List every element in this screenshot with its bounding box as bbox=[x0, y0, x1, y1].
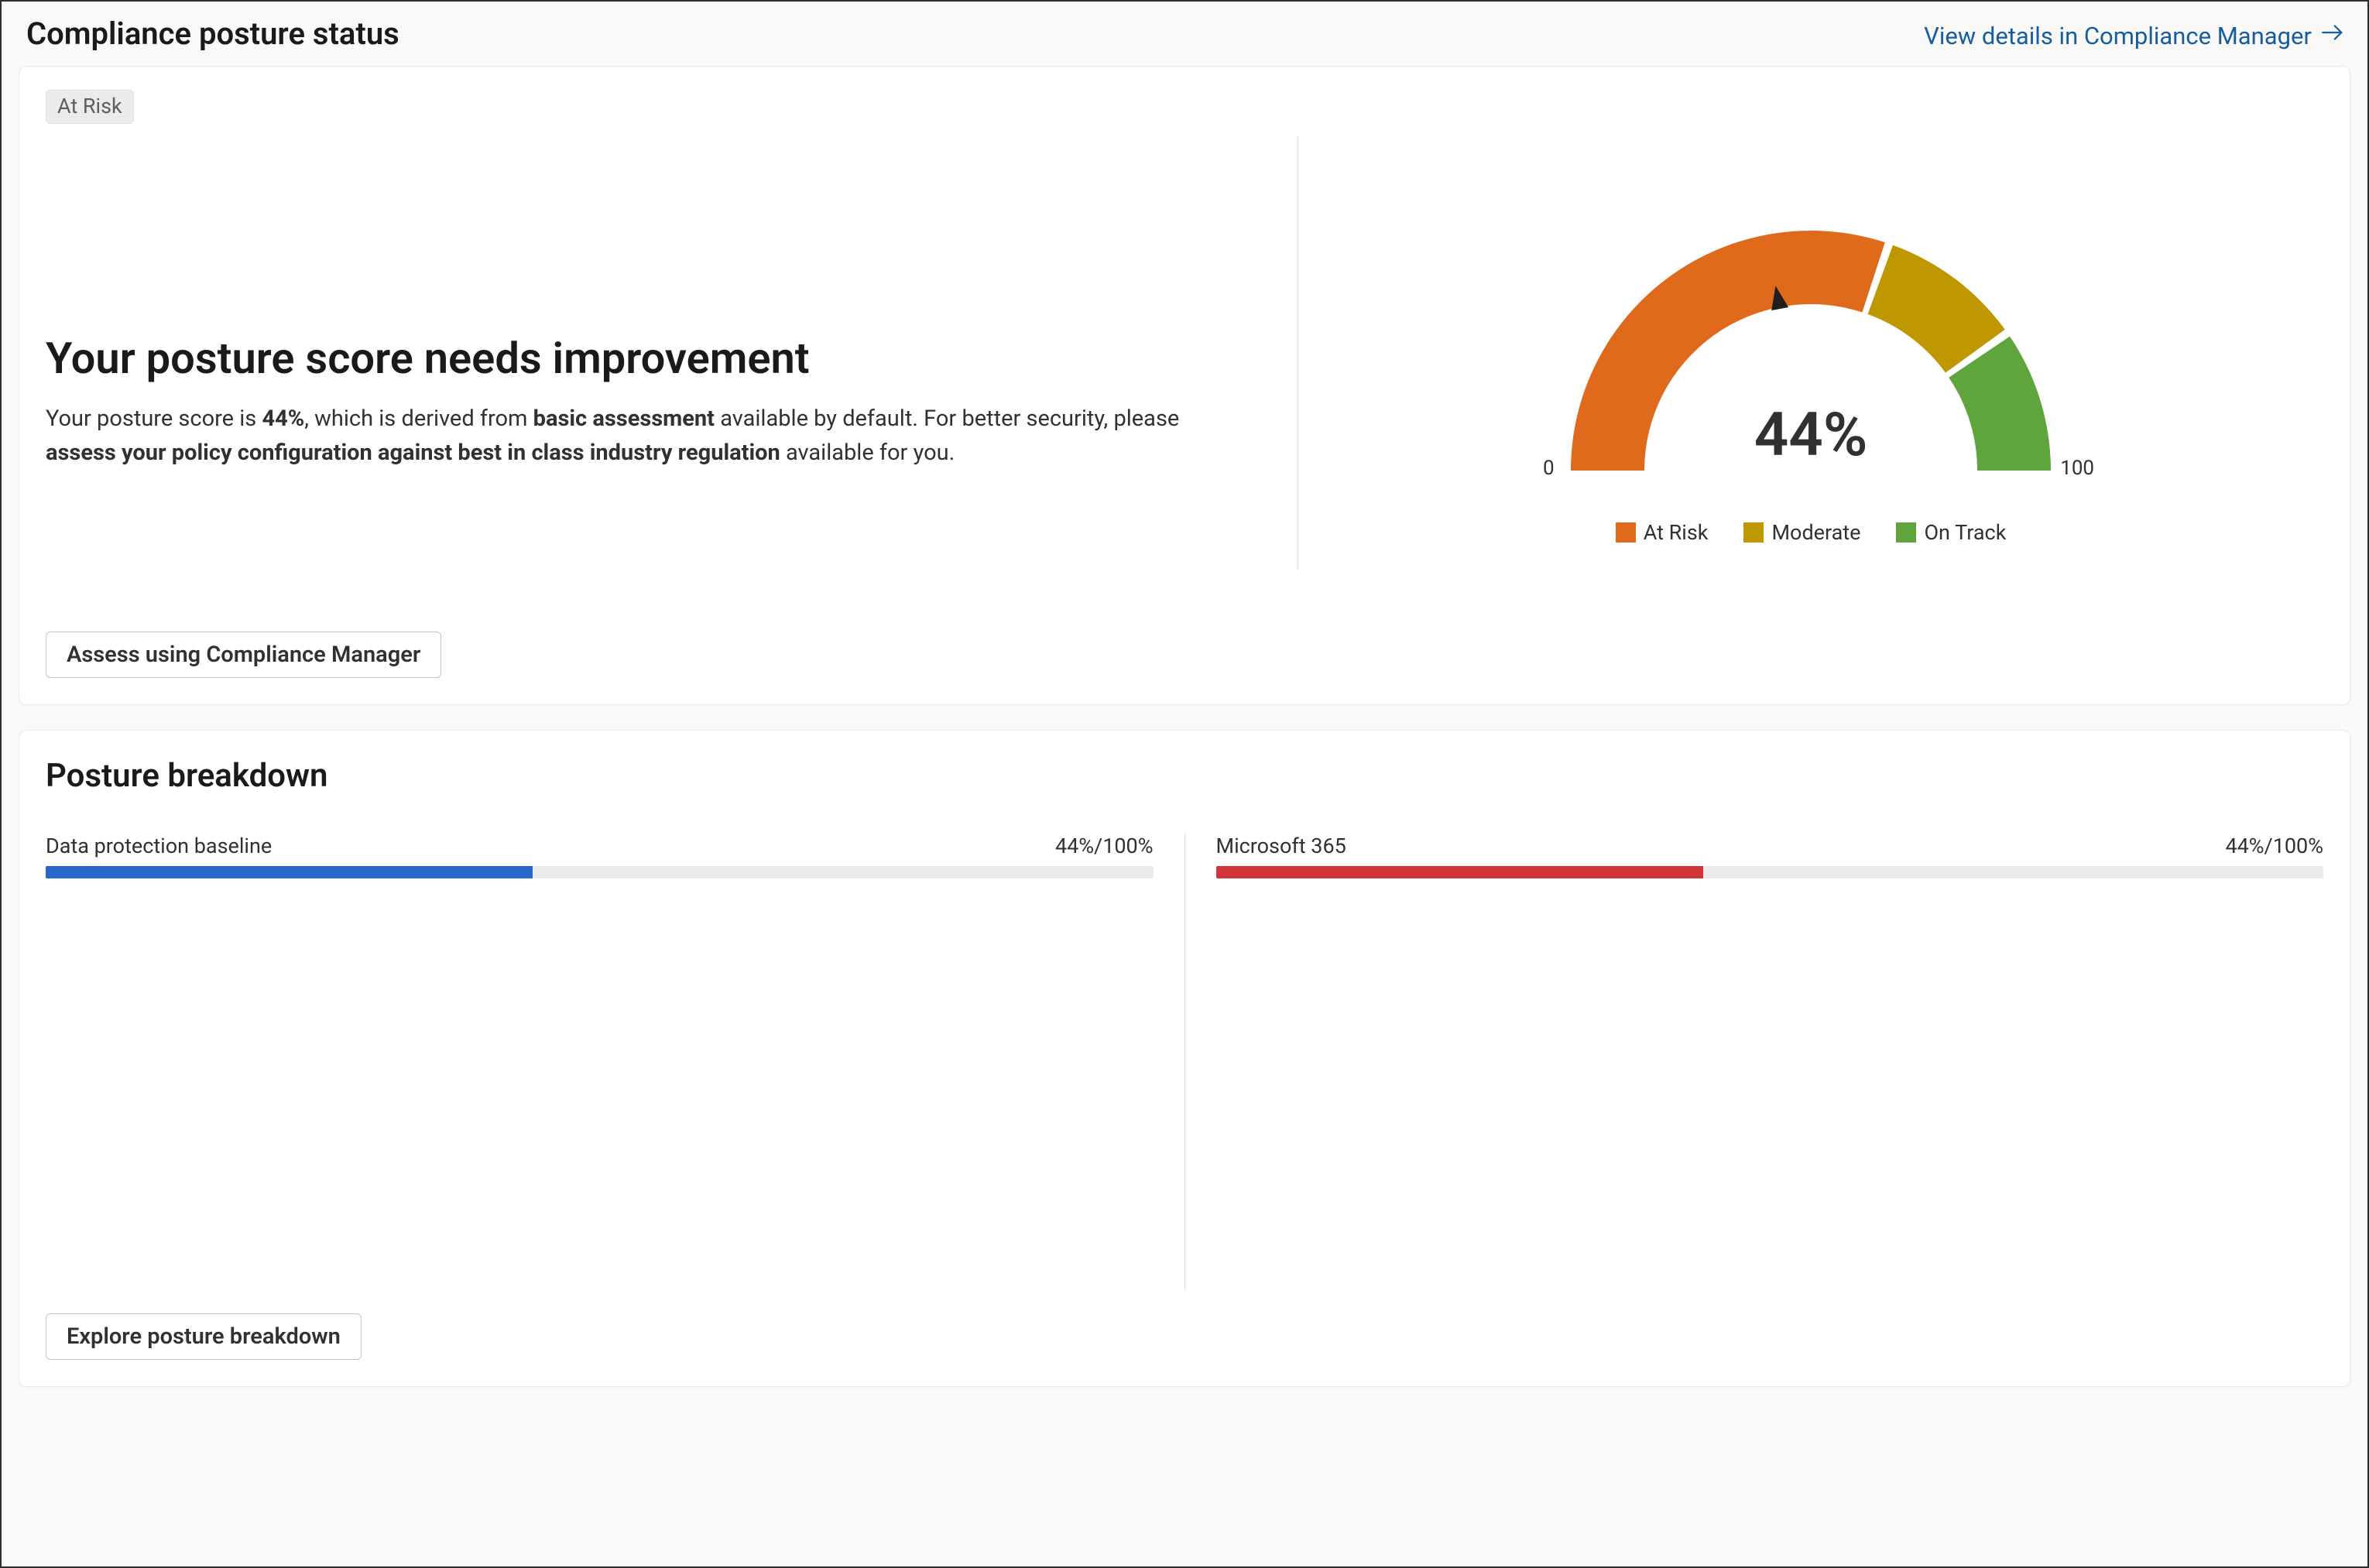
breakdown-item-name: Data protection baseline bbox=[46, 834, 272, 858]
gauge-legend: At Risk Moderate On Track bbox=[1616, 520, 2007, 545]
legend-label: At Risk bbox=[1644, 520, 1709, 545]
posture-status-left: At Risk Your posture score needs improve… bbox=[46, 90, 1298, 601]
breakdown-item-value: 44%/100% bbox=[1055, 834, 1154, 858]
breakdown-item-name: Microsoft 365 bbox=[1216, 834, 1346, 858]
assess-button[interactable]: Assess using Compliance Manager bbox=[46, 632, 441, 678]
explore-breakdown-button[interactable]: Explore posture breakdown bbox=[46, 1313, 362, 1360]
desc-action: assess your policy configuration against… bbox=[46, 440, 780, 466]
breakdown-title: Posture breakdown bbox=[46, 757, 2323, 795]
desc-text: Your posture score is bbox=[46, 406, 262, 432]
desc-text: , which is derived from bbox=[304, 406, 533, 432]
gauge-chart: 0 100 44% bbox=[1524, 192, 2097, 517]
status-badge: At Risk bbox=[46, 90, 134, 124]
desc-assessment: basic assessment bbox=[533, 406, 715, 432]
legend-item: Moderate bbox=[1743, 520, 1860, 545]
legend-item: On Track bbox=[1896, 520, 2006, 545]
desc-text: available for you. bbox=[780, 440, 955, 466]
posture-gauge-panel: 0 100 44% At Risk Moderate On Track bbox=[1298, 90, 2323, 601]
desc-score: 44% bbox=[262, 406, 304, 432]
page-title: Compliance posture status bbox=[26, 15, 399, 52]
breakdown-item-value: 44%/100% bbox=[2225, 834, 2323, 858]
view-details-label: View details in Compliance Manager bbox=[1924, 22, 2312, 50]
breakdown-bar-fill bbox=[46, 866, 533, 878]
legend-label: On Track bbox=[1924, 520, 2006, 545]
breakdown-bar-fill bbox=[1216, 866, 1703, 878]
gauge-value: 44% bbox=[1524, 400, 2097, 471]
legend-swatch bbox=[1743, 522, 1764, 543]
breakdown-col-right: Microsoft 365 44%/100% bbox=[1185, 834, 2324, 1298]
breakdown-bar-track bbox=[1216, 866, 2324, 878]
breakdown-col-left: Data protection baseline 44%/100% bbox=[46, 834, 1184, 1298]
legend-item: At Risk bbox=[1616, 520, 1709, 545]
legend-swatch bbox=[1616, 522, 1636, 543]
desc-text: available by default. For better securit… bbox=[715, 406, 1179, 432]
posture-headline: Your posture score needs improvement bbox=[46, 333, 1267, 384]
arrow-right-icon bbox=[2319, 19, 2346, 52]
page-header: Compliance posture status View details i… bbox=[19, 12, 2350, 66]
legend-label: Moderate bbox=[1771, 520, 1860, 545]
page-frame: Compliance posture status View details i… bbox=[0, 0, 2369, 1568]
breakdown-bar-track bbox=[46, 866, 1154, 878]
posture-status-card: At Risk Your posture score needs improve… bbox=[19, 66, 2350, 705]
breakdown-grid: Data protection baseline 44%/100% Micros… bbox=[46, 834, 2323, 1298]
posture-breakdown-card: Posture breakdown Data protection baseli… bbox=[19, 730, 2350, 1387]
legend-swatch bbox=[1896, 522, 1916, 543]
posture-description: Your posture score is 44%, which is deri… bbox=[46, 402, 1253, 470]
view-details-link[interactable]: View details in Compliance Manager bbox=[1924, 19, 2346, 52]
